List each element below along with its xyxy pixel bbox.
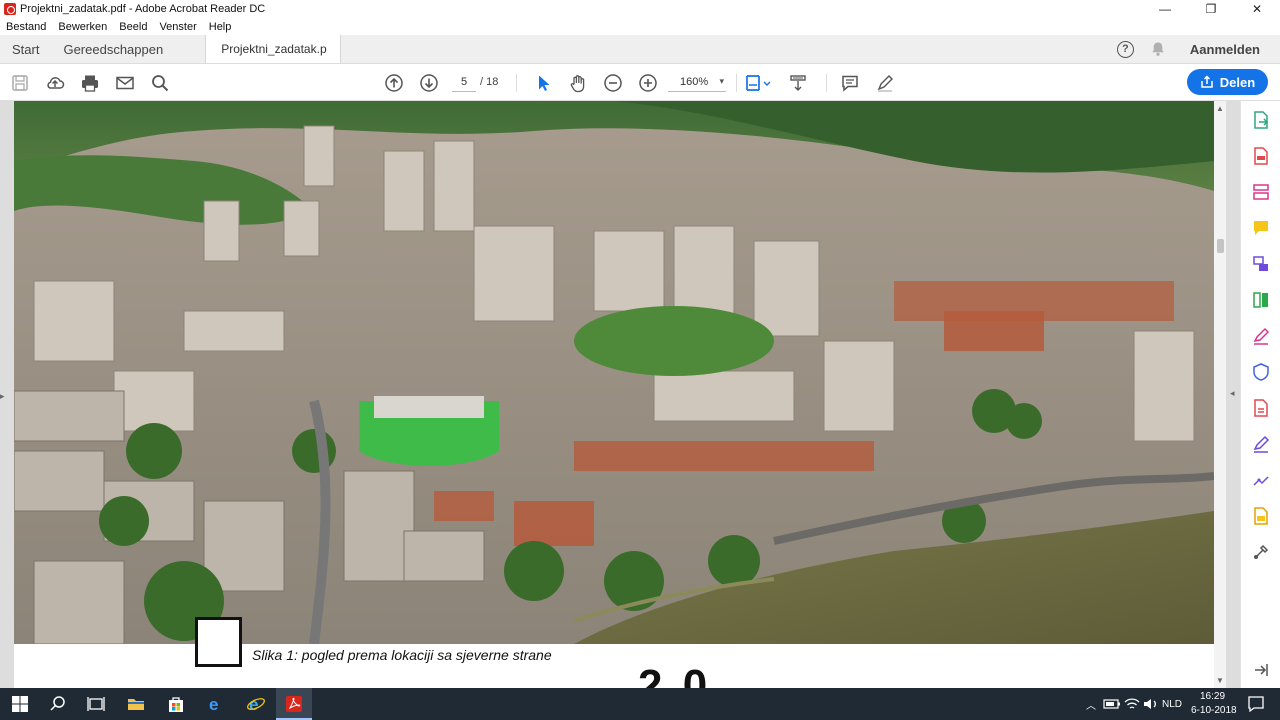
right-panel-toggle-icon[interactable]: ◂ (1230, 388, 1235, 399)
send-for-signature-icon[interactable] (1252, 435, 1270, 453)
maximize-button[interactable]: ❐ (1188, 0, 1234, 18)
pen-icon[interactable] (875, 73, 895, 93)
toolbar-divider (516, 74, 517, 92)
figure-marker-box (195, 617, 242, 667)
figure-caption: Slika 1: pogled prema lokaciji sa sjever… (252, 647, 552, 663)
zoom-in-icon[interactable] (638, 73, 658, 93)
document-area[interactable]: ▸ Slika 1: pogled prema lokaciji sa sjev… (0, 101, 1240, 688)
select-cursor-icon[interactable] (533, 73, 553, 93)
minimize-button[interactable]: — (1142, 0, 1188, 18)
export-pdf-icon[interactable] (1252, 111, 1270, 129)
zoom-select[interactable]: 160% ▾ (668, 72, 726, 92)
vertical-scrollbar[interactable]: ▲ ▼ (1214, 101, 1226, 688)
previous-page-icon[interactable] (384, 73, 404, 93)
zoom-value: 160% (680, 75, 709, 88)
store-icon[interactable] (166, 694, 186, 714)
file-explorer-icon[interactable] (126, 694, 146, 714)
svg-text:e: e (249, 695, 258, 714)
bell-icon[interactable] (1150, 41, 1166, 57)
window-title: Projektni_zadatak.pdf - Adobe Acrobat Re… (20, 3, 266, 15)
menu-item-bewerken[interactable]: Bewerken (58, 21, 107, 33)
tab-start[interactable]: Start (0, 35, 51, 63)
windows-start-icon[interactable] (10, 694, 30, 714)
tab-bar: Start Gereedschappen Projektni_zadatak.p… (0, 35, 1280, 64)
toolbar-divider (826, 74, 827, 92)
close-button[interactable]: ✕ (1234, 0, 1280, 18)
share-button[interactable]: Delen (1187, 69, 1268, 95)
share-label: Delen (1219, 74, 1256, 90)
tab-tools[interactable]: Gereedschappen (51, 35, 175, 63)
left-panel-toggle-icon[interactable]: ▸ (0, 391, 10, 403)
combine-files-icon[interactable] (1252, 255, 1270, 273)
comment-tool-icon[interactable] (1252, 219, 1270, 237)
page-fit-icon[interactable] (744, 73, 772, 93)
cloud-upload-icon[interactable] (45, 73, 65, 93)
print-icon[interactable] (80, 73, 100, 93)
clock-time[interactable]: 16:29 (1200, 691, 1225, 702)
tab-document[interactable]: Projektni_zadatak.p (205, 35, 342, 63)
save-icon[interactable] (10, 73, 30, 93)
scroll-up-icon[interactable]: ▲ (1216, 104, 1224, 113)
title-bar: Projektni_zadatak.pdf - Adobe Acrobat Re… (0, 0, 1280, 18)
measure-icon[interactable] (1252, 471, 1270, 489)
more-tools-icon[interactable] (1252, 543, 1270, 561)
internet-explorer-icon[interactable]: e (246, 694, 266, 714)
fill-sign-icon[interactable] (1252, 327, 1270, 345)
signin-link[interactable]: Aanmelden (1190, 42, 1260, 57)
svg-text:e: e (209, 695, 218, 714)
wifi-icon[interactable] (1122, 694, 1142, 714)
menu-item-help[interactable]: Help (209, 21, 232, 33)
scan-ocr-icon[interactable] (1252, 507, 1270, 525)
page-total: / 18 (480, 76, 499, 88)
toolbar-divider (736, 74, 737, 92)
menu-item-bestand[interactable]: Bestand (6, 21, 46, 33)
protect-icon[interactable] (1252, 363, 1270, 381)
mail-icon[interactable] (115, 73, 135, 93)
tools-panel (1240, 101, 1280, 688)
acrobat-app-icon (4, 3, 16, 15)
hand-tool-icon[interactable] (568, 73, 588, 93)
edge-browser-icon[interactable]: e (206, 694, 226, 714)
page-number-input[interactable] (452, 72, 476, 92)
acrobat-taskbar-icon[interactable] (284, 694, 304, 714)
zoom-out-icon[interactable] (603, 73, 623, 93)
scroll-mode-icon[interactable] (788, 73, 808, 93)
windows-taskbar: e e ︿ NLD 16:29 6-10-2018 (0, 688, 1280, 720)
pdf-page: Slika 1: pogled prema lokaciji sa sjever… (14, 101, 1214, 688)
task-view-icon[interactable] (86, 694, 106, 714)
search-icon[interactable] (150, 73, 170, 93)
toolbar: / 18 160% ▾ Delen (0, 64, 1280, 101)
notifications-icon[interactable] (1246, 694, 1266, 714)
edit-pdf-icon[interactable] (1252, 183, 1270, 201)
send-for-review-icon[interactable] (1252, 399, 1270, 417)
create-pdf-icon[interactable] (1252, 147, 1270, 165)
window-controls: — ❐ ✕ (1142, 0, 1280, 18)
scrollbar-thumb[interactable] (1217, 239, 1224, 253)
comment-icon[interactable] (840, 73, 860, 93)
battery-icon[interactable] (1102, 694, 1122, 714)
clock-date[interactable]: 6-10-2018 (1191, 705, 1237, 716)
help-icon[interactable]: ? (1116, 40, 1134, 58)
search-taskbar-icon[interactable] (48, 694, 68, 714)
organize-pages-icon[interactable] (1252, 291, 1270, 309)
aerial-city-photo (14, 101, 1214, 644)
menu-item-beeld[interactable]: Beeld (119, 21, 147, 33)
collapse-panel-icon[interactable] (1252, 661, 1270, 679)
share-icon (1201, 75, 1213, 88)
menu-item-venster[interactable]: Venster (159, 21, 196, 33)
scroll-down-icon[interactable]: ▼ (1216, 676, 1224, 685)
section-heading-partial: 2.0 (638, 661, 712, 688)
tray-chevron-icon[interactable]: ︿ (1086, 697, 1096, 712)
menu-bar: Bestand Bewerken Beeld Venster Help (0, 18, 1280, 35)
chevron-down-icon: ▾ (719, 76, 724, 86)
language-indicator[interactable]: NLD (1162, 699, 1182, 710)
volume-icon[interactable] (1141, 694, 1161, 714)
next-page-icon[interactable] (419, 73, 439, 93)
account-area: ? Aanmelden (1116, 35, 1280, 63)
